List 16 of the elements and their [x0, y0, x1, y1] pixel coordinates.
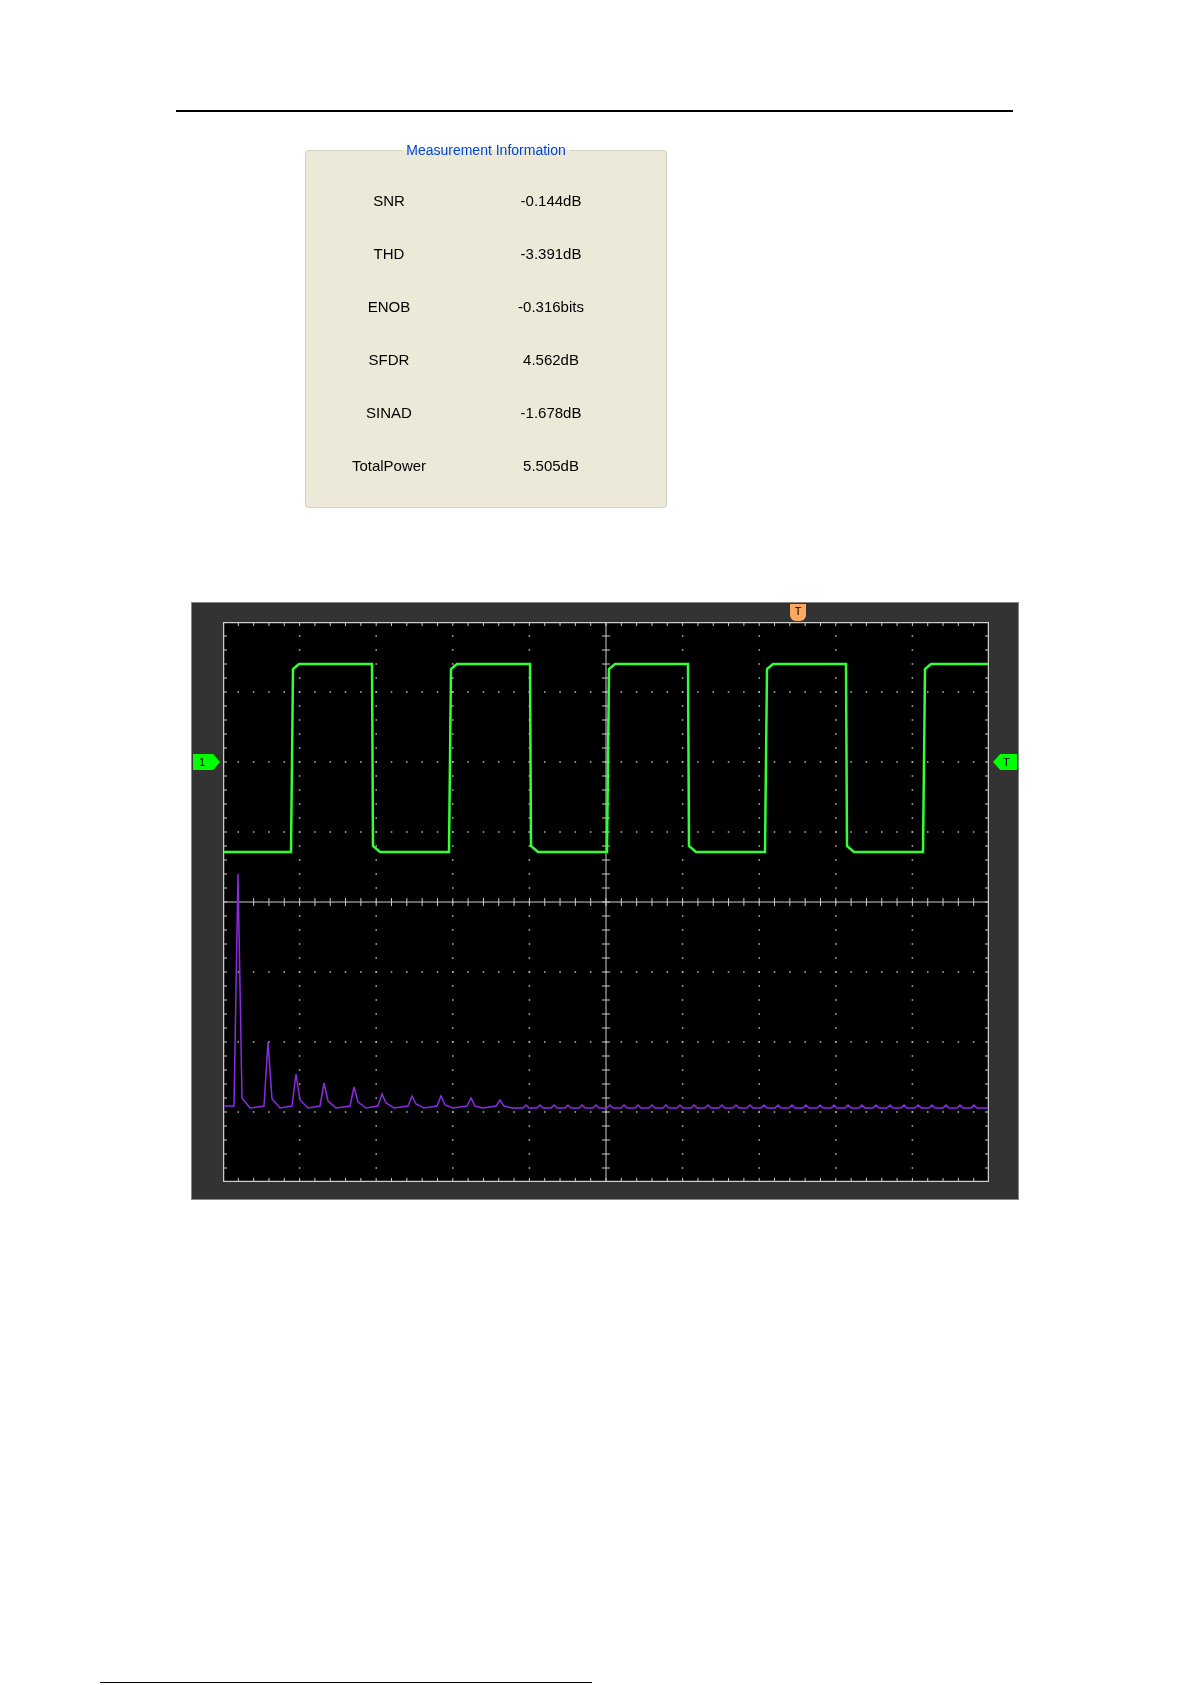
measurement-label: ENOB [366, 297, 412, 317]
measurement-value: -0.316bits [517, 297, 585, 317]
trigger-level-marker[interactable]: T [993, 754, 1017, 770]
measurement-label: SINAD [365, 403, 413, 423]
measurement-label: TotalPower [350, 456, 428, 476]
measurement-value: 5.505dB [522, 456, 580, 476]
trigger-position-marker[interactable]: T [790, 604, 806, 621]
measurement-value: -3.391dB [519, 244, 583, 264]
measurement-label: SNR [372, 191, 406, 211]
measurement-label: THD [372, 244, 406, 264]
measurement-label: SFDR [367, 350, 411, 370]
channel-marker[interactable]: 1 [193, 754, 220, 770]
measurement-value: -0.144dB [519, 191, 583, 211]
measurement-value: -1.678dB [519, 403, 583, 423]
measurement-value: 4.562dB [522, 350, 580, 370]
panel-title: Measurement Information [405, 142, 567, 158]
